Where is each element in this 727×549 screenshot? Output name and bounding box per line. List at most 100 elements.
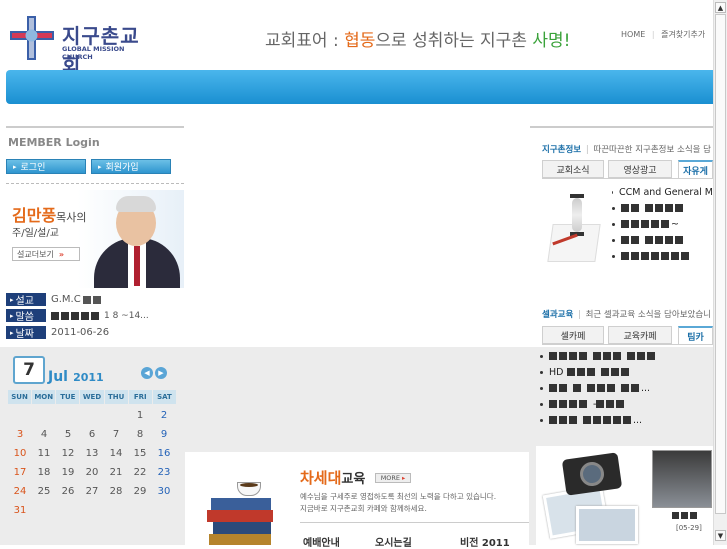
sermon-row-label: ▸ 설교 (6, 293, 46, 307)
sermon-more-button[interactable]: 설교더보기 » (12, 247, 80, 261)
calendar-day-cell[interactable]: 8 (128, 425, 152, 444)
link-divider: | (651, 30, 655, 39)
photo-gallery: [05-29] (536, 446, 713, 545)
next-gen-divider (300, 522, 529, 523)
education-item[interactable]: ... (540, 380, 713, 396)
vertical-scrollbar[interactable]: ▲ ▼ (713, 0, 727, 545)
sermon-row[interactable]: ▸ 날짜 2011-06-26 (6, 326, 109, 340)
login-button[interactable]: ▸ 로그인 (6, 159, 86, 174)
thumbnail-photo[interactable] (652, 450, 712, 508)
more-label: MORE (380, 474, 401, 482)
calendar-day-cell[interactable]: 23 (152, 463, 176, 482)
calendar-day-cell[interactable]: 11 (32, 444, 56, 463)
calendar-day-cell[interactable]: 12 (56, 444, 80, 463)
calendar-day-cell[interactable]: 22 (128, 463, 152, 482)
calendar-day-cell[interactable]: 6 (80, 425, 104, 444)
calendar-day-cell[interactable]: 27 (80, 482, 104, 501)
bookmark-link[interactable]: 즐겨찾기추가 (661, 30, 705, 39)
prev-month-icon[interactable]: ◀ (141, 367, 153, 379)
calendar-day-cell[interactable]: 30 (152, 482, 176, 501)
calendar-day-cell[interactable]: 13 (80, 444, 104, 463)
calendar-empty-cell (128, 501, 152, 520)
calendar-day-cell[interactable]: 4 (32, 425, 56, 444)
tab-video-ad[interactable]: 영상광고 (608, 160, 672, 178)
camera-photo-image[interactable] (542, 450, 642, 545)
calendar-day-cell[interactable]: 9 (152, 425, 176, 444)
news-desc: 따끈따끈한 지구촌정보 소식을 담 (593, 145, 711, 155)
calendar-empty-cell (56, 406, 80, 425)
calendar-date-badge: 7 (13, 356, 45, 384)
more-arrow-icon: ▸ (402, 474, 406, 482)
education-item[interactable]: - (540, 396, 713, 412)
sermon-row[interactable]: ▸ 말씀 1 8 ~14... (6, 309, 149, 323)
news-item[interactable]: ~ (612, 216, 713, 232)
login-label: 로그인 (20, 163, 46, 173)
calendar-day-cell[interactable]: 25 (32, 482, 56, 501)
next-gen-more-button[interactable]: MORE ▸ (375, 473, 411, 483)
tab-free-board[interactable]: 자유게 (678, 160, 713, 178)
header: 지구촌교회 GLOBAL MISSION CHURCH 교회표어 : 협동으로 … (0, 0, 727, 77)
worship-link[interactable]: 예배안내 (303, 534, 340, 549)
calendar-day-cell[interactable]: 20 (80, 463, 104, 482)
education-item[interactable]: ... (540, 412, 713, 428)
main-nav-bar[interactable] (6, 70, 722, 104)
calendar-day-cell[interactable]: 19 (56, 463, 80, 482)
education-item[interactable] (540, 348, 713, 364)
news-item[interactable]: CCM and General M (612, 184, 713, 200)
scroll-down-arrow-icon[interactable]: ▼ (715, 530, 726, 541)
next-gen-title-highlight: 차세대 (300, 469, 342, 487)
logo[interactable]: 지구촌교회 GLOBAL MISSION CHURCH (10, 16, 150, 77)
calendar-day-cell[interactable]: 3 (8, 425, 32, 444)
join-button[interactable]: ▸ 회원가입 (91, 159, 171, 174)
calendar-empty-cell (56, 501, 80, 520)
tab-education-cafe[interactable]: 교육카페 (608, 326, 672, 344)
news-tab-underline (542, 178, 713, 179)
scroll-up-arrow-icon[interactable]: ▲ (715, 2, 726, 13)
calendar-day-cell[interactable]: 16 (152, 444, 176, 463)
calendar-day-cell[interactable]: 24 (8, 482, 32, 501)
calendar-day-cell[interactable]: 5 (56, 425, 80, 444)
calendar-day: 7 (23, 360, 35, 380)
join-arrow-icon: ▸ (98, 162, 102, 171)
tab-cell-cafe[interactable]: 셀카페 (542, 326, 604, 344)
calendar-day-cell[interactable]: 7 (104, 425, 128, 444)
calendar-weekday-row: SUN MON TUE WED THU FRI SAT (8, 390, 176, 404)
tab-church-news[interactable]: 교회소식 (542, 160, 604, 178)
calendar-day-cell[interactable]: 26 (56, 482, 80, 501)
calendar-day-cell[interactable]: 10 (8, 444, 32, 463)
sermon-row-value: 1 8 ~14... (104, 310, 149, 321)
scroll-thumb[interactable] (715, 14, 726, 514)
home-link[interactable]: HOME (621, 30, 645, 39)
calendar-day-cell[interactable]: 1 (128, 406, 152, 425)
news-item[interactable] (612, 248, 713, 264)
education-title-divider: | (577, 310, 581, 320)
next-gen-desc-1: 예수님을 구세주로 영접하도록 최선의 노력을 다하고 있습니다. (300, 492, 497, 501)
education-item[interactable]: HD (540, 364, 713, 380)
news-item[interactable] (612, 200, 713, 216)
pastor-name: 김만풍 (12, 206, 57, 225)
calendar-month-year: Jul 2011 (48, 366, 104, 385)
weekday-sun: SUN (8, 390, 32, 404)
calendar-empty-cell (80, 501, 104, 520)
calendar-day-cell[interactable]: 28 (104, 482, 128, 501)
calendar-day-cell[interactable]: 29 (128, 482, 152, 501)
news-header: 지구촌정보 | 따끈따끈한 지구촌정보 소식을 담 (542, 143, 711, 155)
calendar-empty-cell (104, 501, 128, 520)
calendar-day-cell[interactable]: 15 (128, 444, 152, 463)
calendar-day-cell[interactable]: 14 (104, 444, 128, 463)
sermon-row-label: ▸ 말씀 (6, 309, 46, 323)
calendar-day-cell[interactable]: 31 (8, 501, 32, 520)
directions-link[interactable]: 오시는길 (375, 534, 412, 549)
news-item[interactable] (612, 232, 713, 248)
sermon-promo[interactable]: 김만풍목사의 주/일/설/교 설교더보기 » (6, 190, 184, 288)
next-month-icon[interactable]: ▶ (155, 367, 167, 379)
calendar-day-cell[interactable]: 18 (32, 463, 56, 482)
calendar-day-cell[interactable]: 17 (8, 463, 32, 482)
tab-team-cafe[interactable]: 팀카 (678, 326, 713, 344)
logo-cross-icon (10, 16, 54, 60)
calendar-empty-cell (104, 406, 128, 425)
vision-link[interactable]: 비전 2011 (460, 534, 510, 549)
sermon-row[interactable]: ▸ 설교 G.M.C (6, 293, 103, 307)
calendar-day-cell[interactable]: 2 (152, 406, 176, 425)
calendar-day-cell[interactable]: 21 (104, 463, 128, 482)
